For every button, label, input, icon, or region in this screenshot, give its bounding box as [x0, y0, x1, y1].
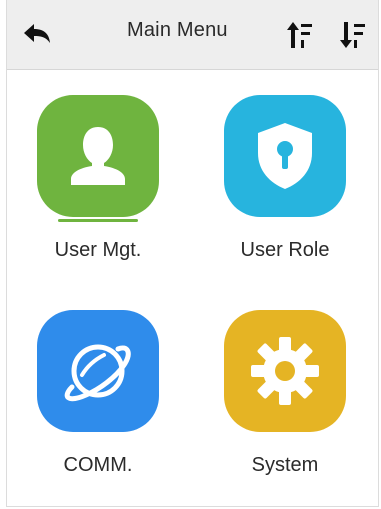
menu-item-label: COMM.	[63, 454, 133, 476]
menu-item-user-role[interactable]: User Role	[210, 95, 360, 262]
menu-item-label: User Role	[240, 239, 330, 261]
planet-icon	[64, 344, 131, 402]
system-icon-box	[224, 310, 346, 432]
user-mgt-icon-box	[37, 95, 159, 217]
back-arrow-icon	[24, 24, 50, 43]
menu-item-label: System	[251, 454, 319, 476]
menu-item-label: User Mgt.	[54, 239, 142, 261]
gear-icon	[251, 337, 319, 405]
main-menu-screen: Main Menu User Mgt. User Role COMM. Syst…	[6, 0, 379, 507]
menu-item-user-mgt[interactable]: User Mgt.	[23, 95, 173, 262]
user-icon	[71, 127, 125, 185]
sort-ascending-icon	[287, 22, 312, 48]
sort-descending-icon	[340, 22, 365, 48]
back-button[interactable]	[19, 18, 55, 52]
menu-item-comm[interactable]: COMM.	[23, 310, 173, 477]
user-role-icon-box	[224, 95, 346, 217]
header-bar: Main Menu	[7, 0, 378, 70]
sort-descending-button[interactable]	[336, 17, 370, 53]
menu-item-system[interactable]: System	[210, 310, 360, 477]
selection-indicator	[58, 219, 138, 222]
shield-keyhole-icon	[258, 123, 312, 189]
page-title: Main Menu	[127, 19, 228, 41]
sort-ascending-button[interactable]	[283, 17, 317, 53]
comm-icon-box	[37, 310, 159, 432]
